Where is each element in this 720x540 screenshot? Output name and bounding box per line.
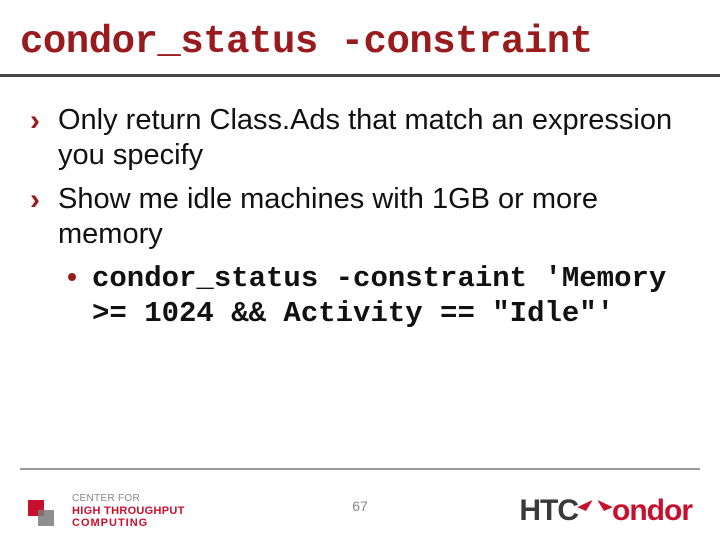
bullet-item: Only return Class.Ads that match an expr… (58, 103, 680, 174)
bullet-item: Show me idle machines with 1GB or more m… (58, 182, 680, 253)
slide: condor_status -constraint Only return Cl… (0, 0, 720, 540)
bird-icon (580, 503, 610, 519)
page-number: 67 (352, 498, 368, 514)
slide-body: Only return Class.Ads that match an expr… (0, 77, 720, 331)
slide-title: condor_status -constraint (0, 0, 720, 70)
htcondor-logo-part2: ondor (612, 494, 692, 528)
logo-line: CENTER FOR (72, 493, 185, 505)
footer: 67 CENTER FOR HIGH THROUGHPUT COMPUTING … (0, 468, 720, 540)
logo-line: HIGH THROUGHPUT (72, 505, 185, 518)
logo-line: COMPUTING (72, 517, 185, 530)
footer-rule (20, 468, 700, 470)
chtc-logo-text: CENTER FOR HIGH THROUGHPUT COMPUTING (72, 493, 185, 530)
chtc-logo: CENTER FOR HIGH THROUGHPUT COMPUTING (28, 493, 185, 530)
chtc-logo-icon (28, 494, 64, 530)
htcondor-logo-part1: HTC (519, 494, 578, 528)
htcondor-logo: HTC ondor (519, 494, 692, 528)
code-example: condor_status -constraint 'Memory >= 102… (92, 261, 680, 332)
